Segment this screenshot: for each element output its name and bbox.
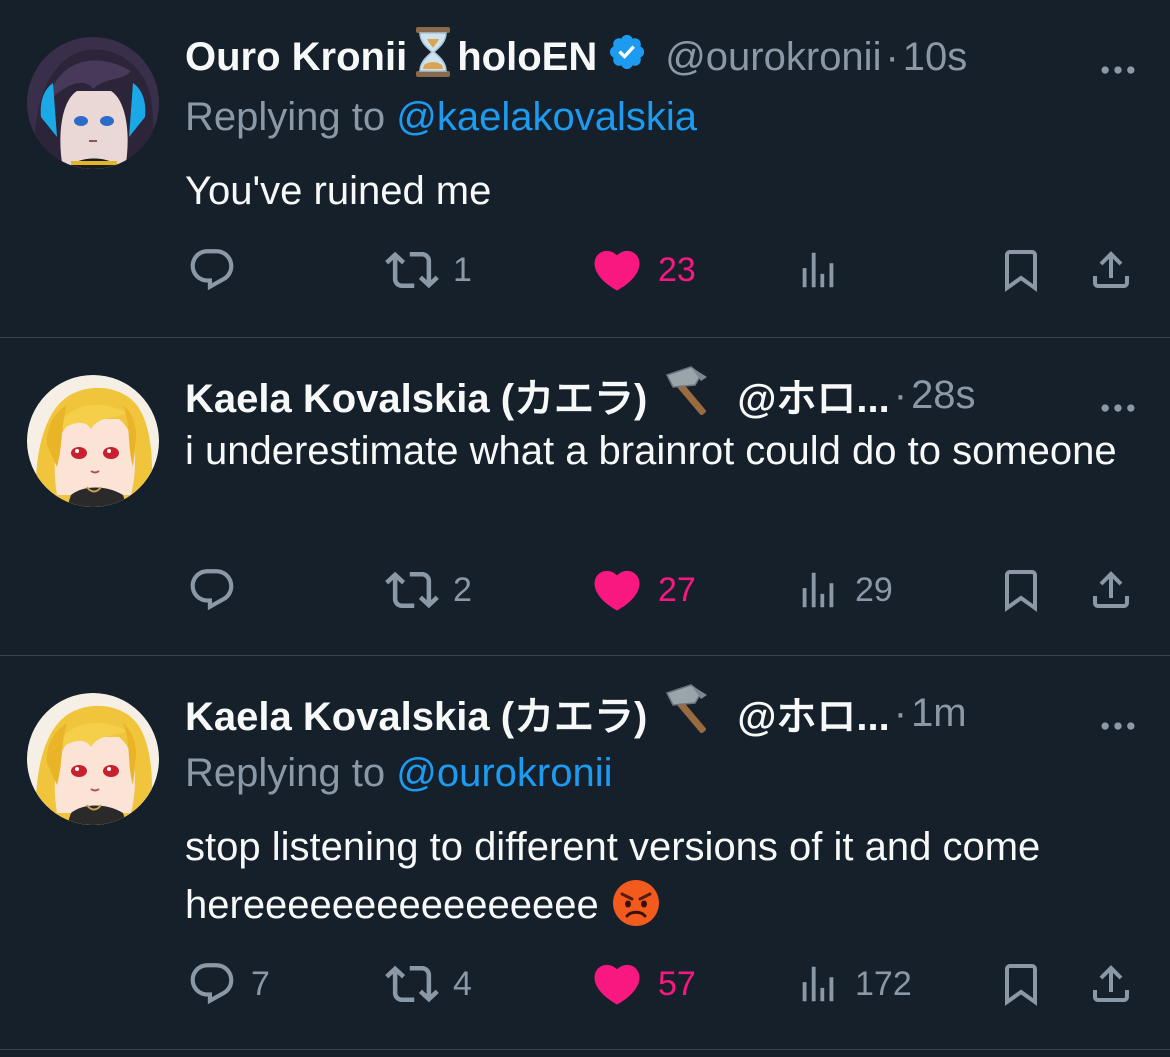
verified-badge-icon (607, 32, 647, 82)
kaela-avatar-image (27, 375, 159, 507)
avatar[interactable] (27, 37, 159, 169)
retweet-button[interactable]: 2 (385, 560, 472, 620)
kronii-avatar-image (27, 37, 159, 169)
separator-dot: · (893, 690, 908, 735)
reply-count: 7 (251, 964, 270, 1003)
retweet-icon (385, 957, 439, 1011)
bookmark-icon (997, 246, 1045, 294)
angry-face-icon (611, 878, 661, 944)
retweet-button[interactable]: 4 (385, 954, 472, 1014)
more-options-icon[interactable] (1096, 386, 1140, 435)
hourglass-icon (415, 27, 451, 87)
like-button[interactable]: 23 (590, 240, 696, 300)
handle[interactable]: @ホロ... (737, 684, 889, 742)
action-bar: 1 23 (185, 240, 1140, 300)
like-count: 27 (658, 570, 696, 609)
avatar[interactable] (27, 375, 159, 507)
views-icon (795, 247, 841, 293)
timestamp[interactable]: 1m (911, 691, 967, 736)
reply-icon (187, 565, 237, 615)
heart-icon (590, 243, 644, 297)
timestamp[interactable]: 10s (903, 35, 968, 80)
like-button[interactable]: 57 (590, 954, 696, 1014)
more-options-icon[interactable] (1096, 704, 1140, 753)
tweet-header: Kaela Kovalskia (カエラ) @ホロ... · 28s (185, 364, 1140, 426)
like-count: 23 (658, 250, 696, 289)
share-button[interactable] (1087, 560, 1135, 620)
action-bar: 2 27 29 (185, 560, 1140, 620)
heart-icon (590, 957, 644, 1011)
tweet-text: You've ruined me (185, 169, 492, 213)
tweet-text: stop listening to different versions of … (185, 818, 1140, 944)
retweet-button[interactable]: 1 (385, 240, 472, 300)
reply-button[interactable] (187, 560, 251, 620)
avatar[interactable] (27, 693, 159, 825)
views-icon (795, 961, 841, 1007)
mention-link[interactable]: @kaelakovalskia (396, 95, 697, 139)
bookmark-icon (997, 566, 1045, 614)
tweet-header: Kaela Kovalskia (カエラ) @ホロ... · 1m (185, 682, 1140, 744)
action-bar: 7 4 57 172 (185, 954, 1140, 1014)
bookmark-button[interactable] (997, 240, 1045, 300)
retweet-count: 1 (453, 250, 472, 289)
display-name[interactable]: Kaela Kovalskia (カエラ) (185, 684, 647, 742)
separator-dot: · (893, 372, 908, 417)
views-icon (795, 567, 841, 613)
handle[interactable]: @ホロ... (737, 366, 889, 424)
share-icon (1087, 566, 1135, 614)
share-icon (1087, 960, 1135, 1008)
timestamp[interactable]: 28s (911, 373, 976, 418)
tweet-header: Ouro Kronii holoEN @ourokronii · 10s (185, 26, 1140, 88)
share-button[interactable] (1087, 240, 1135, 300)
hammer-icon (661, 683, 717, 743)
heart-icon (590, 563, 644, 617)
views-button[interactable] (795, 240, 855, 300)
retweet-count: 4 (453, 964, 472, 1003)
replying-to-label: Replying to (185, 751, 386, 795)
share-icon (1087, 246, 1135, 294)
reply-button[interactable] (187, 240, 251, 300)
view-count: 29 (855, 570, 893, 609)
display-name[interactable]: Ouro Kronii (185, 35, 407, 80)
kaela-avatar-image (27, 693, 159, 825)
mention-link[interactable]: @ourokronii (396, 751, 612, 795)
replying-to-line: Replying to @ourokronii (185, 744, 1140, 802)
retweet-icon (385, 243, 439, 297)
bookmark-button[interactable] (997, 954, 1045, 1014)
reply-icon (187, 959, 237, 1009)
share-button[interactable] (1087, 954, 1135, 1014)
retweet-count: 2 (453, 570, 472, 609)
tweet[interactable]: Kaela Kovalskia (カエラ) @ホロ... · 1m Replyi… (0, 656, 1170, 1050)
separator-dot: · (885, 34, 899, 79)
like-count: 57 (658, 964, 696, 1003)
hammer-icon (661, 365, 717, 425)
more-options-icon[interactable] (1096, 48, 1140, 97)
replying-to-line: Replying to @kaelakovalskia (185, 88, 1140, 146)
reply-button[interactable]: 7 (187, 954, 270, 1014)
like-button[interactable]: 27 (590, 560, 696, 620)
handle[interactable]: @ourokronii (665, 35, 881, 80)
views-button[interactable]: 29 (795, 560, 893, 620)
bookmark-button[interactable] (997, 560, 1045, 620)
tweet[interactable]: Ouro Kronii holoEN @ourokronii · 10s Rep… (0, 0, 1170, 338)
display-name[interactable]: Kaela Kovalskia (カエラ) (185, 366, 647, 424)
replying-to-label: Replying to (185, 95, 386, 139)
tweet[interactable]: Kaela Kovalskia (カエラ) @ホロ... · 28s i und… (0, 338, 1170, 656)
view-count: 172 (855, 964, 912, 1003)
views-button[interactable]: 172 (795, 954, 912, 1014)
display-name-suffix[interactable]: holoEN (457, 35, 597, 80)
bookmark-icon (997, 960, 1045, 1008)
tweet-text: i underestimate what a brainrot could do… (185, 429, 1117, 473)
reply-icon (187, 245, 237, 295)
retweet-icon (385, 563, 439, 617)
